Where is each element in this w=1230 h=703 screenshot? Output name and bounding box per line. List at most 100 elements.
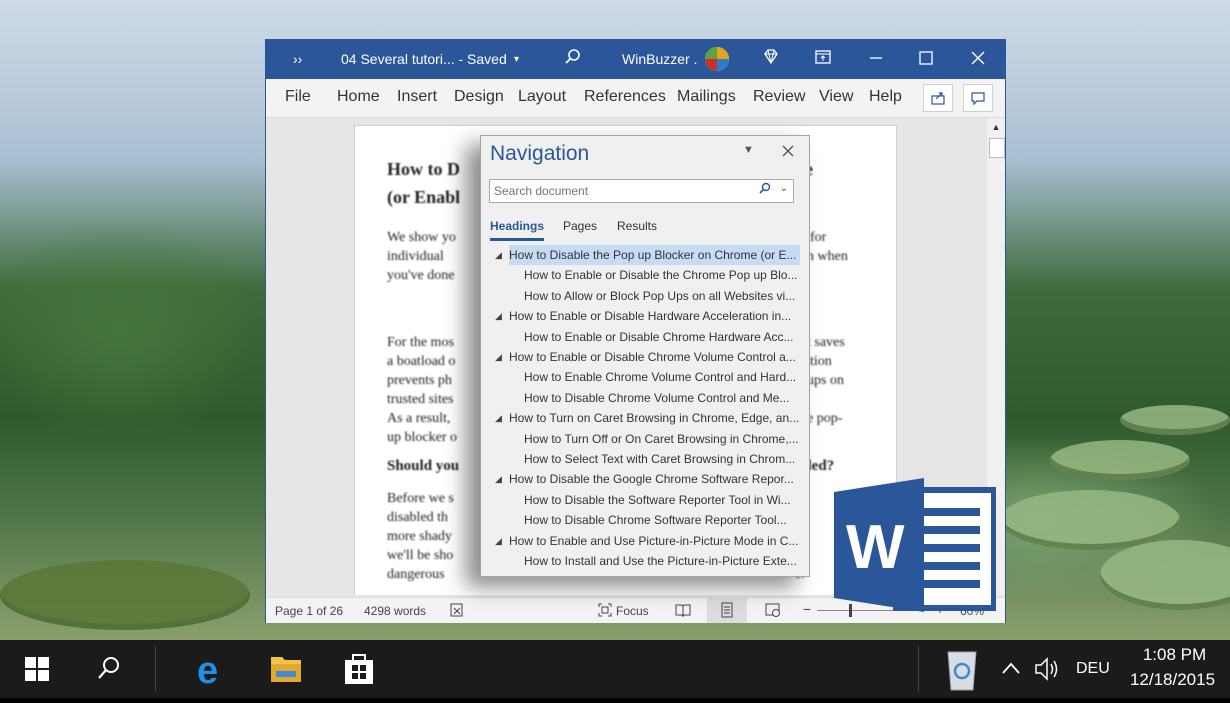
pane-options-icon[interactable]: ▼ [743,144,754,156]
menu-view[interactable]: View [819,88,853,106]
heading-label: How to Enable or Disable Chrome Volume C… [509,350,796,364]
minimize-icon[interactable] [868,48,884,71]
heading-item[interactable]: ◢How to Disable the Google Chrome Softwa… [509,469,798,489]
edge-icon[interactable]: e [196,640,228,698]
search-input[interactable] [492,180,751,202]
user-name[interactable]: WinBuzzer . [622,51,697,67]
focus-icon[interactable] [597,602,613,621]
doc-line: you've done [387,265,454,286]
maximize-icon[interactable] [918,48,934,71]
doc-line: disabled th [387,507,448,528]
recycle-bin-icon[interactable] [944,640,980,698]
share-button[interactable] [923,84,953,112]
heading-label: How to Disable Chrome Volume Control and… [524,391,789,405]
scroll-up-icon[interactable]: ▲ [989,119,1003,135]
collapse-triangle-icon[interactable]: ◢ [495,531,502,551]
heading-label: How to Enable and Use Picture-in-Picture… [509,534,798,548]
subheading-item[interactable]: How to Enable Chrome Volume Control and … [524,367,800,387]
heading-item[interactable]: ◢How to Enable and Use Picture-in-Pictur… [509,531,802,551]
menu-review[interactable]: Review [753,88,805,106]
search-icon[interactable] [96,640,122,698]
heading-label: How to Allow or Block Pop Ups on all Web… [524,289,795,303]
subheading-item[interactable]: How to Disable Chrome Volume Control and… [524,388,793,408]
heading-item[interactable]: ◢How to Enable or Disable Chrome Volume … [509,347,800,367]
tab-results[interactable]: Results [617,219,657,233]
page-count[interactable]: Page 1 of 26 [275,604,343,618]
subheading-item[interactable]: How to Install and Use the Picture-in-Pi… [524,551,801,571]
close-pane-icon[interactable] [782,141,794,161]
focus-label[interactable]: Focus [616,604,649,618]
volume-icon[interactable] [1034,640,1060,698]
file-explorer-icon[interactable] [270,640,302,698]
avatar[interactable] [704,46,730,77]
heading-item[interactable]: ◢How to Enable or Disable Hardware Accel… [509,306,795,326]
diamond-icon[interactable] [762,48,780,71]
show-hidden-icons-icon[interactable] [1001,660,1021,680]
heading-label: How to Disable Chrome Software Reporter … [524,513,787,527]
menu-layout[interactable]: Layout [518,88,566,106]
menu-design[interactable]: Design [454,88,504,106]
collapse-triangle-icon[interactable]: ◢ [495,245,502,265]
search-icon[interactable] [564,48,582,71]
menu-references[interactable]: References [584,88,666,106]
tab-headings[interactable]: Headings [490,219,544,241]
close-icon[interactable] [970,48,986,71]
subheading-item[interactable]: How to Disable Chrome Software Reporter … [524,510,791,530]
menu-insert[interactable]: Insert [397,88,437,106]
heading-label: How to Disable the Software Reporter Too… [524,493,791,507]
navigation-title: Navigation [490,142,589,166]
read-mode-icon[interactable] [675,602,691,621]
clock-time[interactable]: 1:08 PM [1128,645,1221,669]
heading-label: How to Disable the Google Chrome Softwar… [509,472,794,486]
print-layout-button[interactable] [707,598,747,623]
document-title[interactable]: 04 Several tutori... - Saved [341,51,507,67]
search-options-icon[interactable]: ⌄ [780,183,788,194]
store-icon[interactable] [343,640,375,698]
ribbon-display-icon[interactable] [814,48,832,71]
collapse-triangle-icon[interactable]: ◢ [495,306,502,326]
start-button[interactable] [24,640,50,698]
doc-line: Before we s [387,488,454,509]
doc-line: up blocker o [387,427,457,448]
search-document-box[interactable]: ⌄ [489,179,794,203]
title-dropdown-icon[interactable]: ▾ [514,54,519,65]
input-language[interactable]: DEU [1076,660,1110,680]
doc-line-tail: for [810,227,826,248]
heading-item[interactable]: ◢How to Turn on Caret Browsing in Chrome… [509,408,803,428]
menu-mailings[interactable]: Mailings [677,88,736,106]
collapse-triangle-icon[interactable]: ◢ [495,347,502,367]
doc-line: How to D [387,159,460,180]
lily-pad [1100,540,1230,610]
web-layout-icon[interactable] [765,602,781,621]
collapse-triangle-icon[interactable]: ◢ [495,469,502,489]
comments-button[interactable] [963,84,993,112]
menu-home[interactable]: Home [337,88,380,106]
proofing-icon[interactable] [449,602,465,621]
doc-line: Should you [387,456,459,477]
subheading-item[interactable]: How to Disable the Software Reporter Too… [524,490,795,510]
doc-line: more shady [387,526,452,547]
collapse-triangle-icon[interactable]: ◢ [495,408,502,428]
algae [0,560,250,630]
lily-pad [1120,405,1230,435]
search-icon[interactable] [759,182,771,197]
doc-line: For the mos [387,332,454,353]
menu-file[interactable]: File [285,88,311,106]
heading-label: How to Enable or Disable the Chrome Pop … [524,268,797,282]
clock-date[interactable]: 12/18/2015 [1124,670,1221,694]
doc-line-tail: ups on [807,370,844,391]
subheading-item[interactable]: How to Allow or Block Pop Ups on all Web… [524,286,799,306]
subheading-item[interactable]: How to Enable or Disable the Chrome Pop … [524,265,801,285]
menu-help[interactable]: Help [869,88,902,106]
subheading-item[interactable]: How to Turn Off or On Caret Browsing in … [524,429,803,449]
word-count[interactable]: 4298 words [364,604,426,618]
heading-item[interactable]: ◢How to Disable the Pop up Blocker on Ch… [509,245,800,265]
scroll-thumb[interactable] [989,138,1005,158]
subheading-item[interactable]: How to Enable or Disable Chrome Hardware… [524,327,797,347]
navigation-pane: Navigation ▼ ⌄ Headings Pages Results ◢H… [480,135,810,577]
subheading-item[interactable]: How to Select Text with Caret Browsing i… [524,449,799,469]
zoom-out-icon[interactable]: − [803,601,811,617]
lily-pad [1050,440,1190,480]
tab-pages[interactable]: Pages [563,219,597,233]
quick-access-chevron[interactable]: ›› [293,51,302,67]
